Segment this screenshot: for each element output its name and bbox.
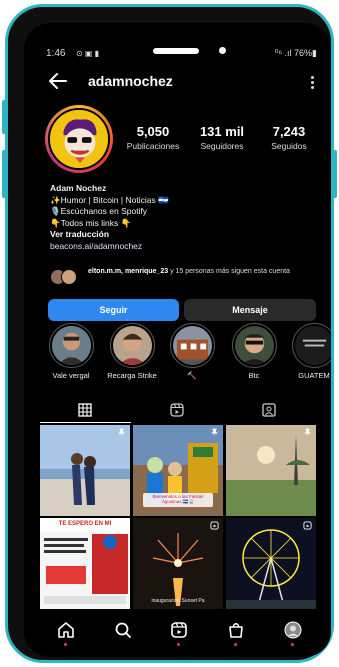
pin-icon (304, 428, 311, 437)
grid-icon (78, 403, 92, 417)
bio-line: ✨Humor | Bitcoin | Noticias 🇸🇻 (50, 194, 169, 205)
tagged-icon (262, 403, 276, 417)
post-thumbnail[interactable]: inauguración Sunset Pa (133, 518, 223, 609)
following-count: 7,243 (272, 124, 306, 139)
post-caption: Bienvenidos a las Fiestas Agostinas 🇸🇻🎡 (152, 494, 204, 504)
reels-icon[interactable] (170, 621, 188, 639)
notch-pill (153, 48, 199, 54)
status-time: 1:46 (46, 48, 66, 59)
phone-screen: 1:46 ⊙ ▣ ▮ ⁰⁶ .ıl 76%▮ adamnochez 5,050 … (24, 23, 331, 657)
poster-image (40, 518, 130, 609)
follower-avatar (61, 269, 77, 285)
highlight-label: GUATEM (298, 371, 330, 380)
profile-name: Adam Nochez (50, 183, 107, 193)
followers-label: Seguidores (200, 141, 244, 151)
message-button[interactable]: Mensaje (184, 299, 316, 321)
reels-icon (170, 403, 184, 417)
stat-followers[interactable]: 131 mil Seguidores (192, 124, 252, 151)
status-notification-icons: ⊙ ▣ ▮ (76, 49, 100, 58)
profile-avatar[interactable] (45, 105, 113, 173)
shop-icon[interactable] (227, 621, 245, 639)
bio-website-link[interactable]: beacons.ai/adamnochez (50, 241, 320, 253)
person-thumbnail-icon (112, 326, 152, 365)
pin-icon (211, 428, 218, 437)
text-thumbnail-icon (294, 326, 331, 365)
posts-label: Publicaciones (126, 141, 180, 151)
bio-line: 🎙️Escúchanos en Spotify (50, 206, 148, 216)
stat-following[interactable]: 7,243 Seguidos (260, 124, 318, 151)
followed-by-names: elton.m.m, menrique_23 (88, 268, 169, 275)
ferris-wheel-photo (226, 518, 316, 609)
profile-avatar-icon[interactable] (284, 621, 302, 639)
followers-count: 131 mil (199, 124, 245, 139)
beach-couple-photo (40, 425, 130, 516)
tab-posts-grid[interactable] (40, 397, 131, 423)
story-highlight[interactable]: Recarga Strike (106, 323, 158, 380)
search-icon[interactable] (114, 621, 132, 639)
post-thumbnail[interactable] (226, 518, 316, 609)
post-caption: TE ESPERO EN MI (58, 521, 112, 527)
posts-count: 5,050 (136, 124, 170, 139)
bio-line: 👇Todos mis links 👇 (50, 217, 132, 228)
fireworks-photo (133, 518, 223, 609)
building-thumbnail-icon (172, 326, 212, 365)
followed-by-suffix: siguen esta cuenta (229, 268, 290, 275)
post-thumbnail[interactable]: Bienvenidos a las Fiestas Agostinas 🇸🇻🎡 (133, 425, 223, 516)
post-thumbnail[interactable] (40, 425, 130, 516)
post-caption: inauguración Sunset Pa (151, 598, 205, 604)
home-icon[interactable] (57, 621, 75, 639)
post-thumbnail[interactable]: TE ESPERO EN MI (40, 518, 130, 609)
see-translation-link[interactable]: Ver traducción (50, 229, 320, 241)
profile-bio: Adam Nochez ✨Humor | Bitcoin | Noticias … (50, 183, 320, 252)
pin-icon (118, 428, 125, 437)
camera-dot (219, 47, 226, 54)
reels-icon (303, 521, 312, 530)
highlight-label: Recarga Strike (107, 371, 157, 380)
active-tab-indicator (40, 422, 131, 423)
highlight-label: 🔨 (187, 371, 197, 380)
story-highlight[interactable]: GUATEM (288, 323, 331, 380)
cartoon-face-icon (50, 110, 108, 168)
profile-username: adamnochez (88, 73, 173, 89)
more-vertical-icon[interactable] (311, 76, 315, 90)
arrow-left-icon[interactable] (48, 72, 68, 90)
highlight-label: Btc (248, 371, 260, 380)
notification-dot (177, 643, 180, 646)
notification-dot (234, 643, 237, 646)
follow-button[interactable]: Seguir (48, 299, 179, 321)
notification-dot (64, 643, 67, 646)
followed-by-row[interactable]: elton.m.m, menrique_23 y 15 personas más… (50, 267, 320, 289)
following-label: Seguidos (271, 141, 307, 151)
sunset-photo (226, 425, 316, 516)
bottom-navigation (24, 611, 331, 655)
phone-frame: 1:46 ⊙ ▣ ▮ ⁰⁶ .ıl 76%▮ adamnochez 5,050 … (5, 4, 334, 663)
post-thumbnail[interactable] (226, 425, 316, 516)
followed-by-text: elton.m.m, menrique_23 y 15 personas más… (88, 267, 328, 277)
story-highlight[interactable]: 🔨 (166, 323, 218, 380)
person-thumbnail-icon (234, 326, 274, 365)
tab-tagged[interactable] (224, 397, 315, 423)
story-highlight[interactable]: Vale vergal (45, 323, 97, 380)
profile-tabs (40, 397, 315, 423)
tab-reels[interactable] (132, 397, 223, 423)
status-bar: 1:46 ⊙ ▣ ▮ ⁰⁶ .ıl 76%▮ (24, 23, 331, 59)
reels-icon (210, 521, 219, 530)
stat-posts[interactable]: 5,050 Publicaciones (120, 124, 186, 151)
followed-by-count: y 15 personas más (168, 268, 230, 275)
story-highlight[interactable]: Btc (228, 323, 280, 380)
notification-dot (291, 643, 294, 646)
highlight-label: Vale vergal (52, 371, 90, 380)
person-thumbnail-icon (51, 326, 91, 365)
status-signal-battery: ⁰⁶ .ıl 76%▮ (274, 48, 317, 58)
